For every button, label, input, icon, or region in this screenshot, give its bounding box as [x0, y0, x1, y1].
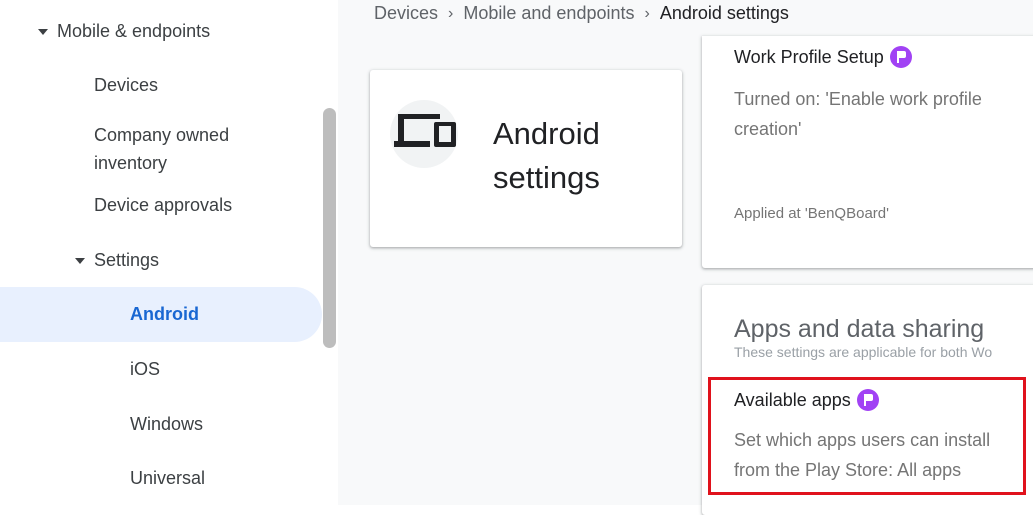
work-profile-setting-card[interactable]: Work Profile Setup Turned on: 'Enable wo…	[702, 36, 1033, 268]
section-heading: Apps and data sharing	[734, 315, 985, 343]
sidebar-item-label: Windows	[130, 414, 204, 434]
sidebar-scrollbar[interactable]	[323, 108, 336, 348]
sidebar-item-device-approvals[interactable]: Device approvals	[94, 195, 232, 216]
sidebar-item-label: Device approvals	[94, 195, 233, 215]
caret-down-icon	[75, 257, 85, 264]
section-subheading: These settings are applicable for both W…	[734, 344, 993, 360]
sidebar-item-universal[interactable]: Universal	[130, 468, 205, 489]
sidebar-item-settings[interactable]: Settings	[75, 250, 159, 271]
sidebar-item-android[interactable]: Android	[130, 304, 199, 325]
sidebar: Mobile & endpoints Devices Company owned…	[0, 0, 338, 505]
setting-description: Turned on: 'Enable work profile creation…	[734, 89, 982, 139]
page-title: Android settings	[493, 112, 673, 200]
sidebar-item-devices[interactable]: Devices	[94, 75, 158, 96]
breadcrumb-mobile-endpoints[interactable]: Mobile and endpoints	[463, 3, 634, 24]
setting-title-text: Work Profile Setup	[734, 46, 884, 67]
chevron-right-icon: ›	[448, 4, 454, 22]
sidebar-item-mobile-endpoints[interactable]: Mobile & endpoints	[38, 21, 210, 42]
highlight-box	[708, 377, 1026, 495]
sidebar-item-label: Company owned	[94, 125, 230, 145]
title-card: Android settings	[370, 70, 682, 247]
sidebar-item-label: iOS	[130, 359, 161, 379]
chevron-right-icon: ›	[644, 4, 650, 22]
sidebar-item-label: Settings	[94, 250, 160, 270]
sidebar-item-label: Mobile & endpoints	[57, 21, 211, 41]
sidebar-item-label: Universal	[130, 468, 206, 488]
page-title-line: Android	[493, 116, 600, 151]
sidebar-item-label: Android	[130, 304, 199, 324]
sidebar-item-label: Devices	[94, 75, 159, 95]
devices-icon	[394, 114, 456, 147]
setting-title: Work Profile Setup	[734, 46, 912, 68]
breadcrumb-current: Android settings	[659, 3, 789, 23]
breadcrumb-devices[interactable]: Devices	[374, 3, 438, 24]
sidebar-item-ios[interactable]: iOS	[130, 359, 160, 380]
page-title-line: settings	[493, 160, 600, 195]
flag-badge-icon	[889, 46, 912, 68]
sidebar-item-label: inventory	[94, 153, 168, 173]
caret-down-icon	[38, 28, 48, 35]
setting-applied-at: Applied at 'BenQBoard'	[734, 205, 889, 222]
sidebar-item-windows[interactable]: Windows	[130, 414, 203, 435]
sidebar-item-company-owned-inventory[interactable]: Company owned inventory	[94, 121, 229, 177]
breadcrumb: Devices › Mobile and endpoints › Android…	[374, 3, 789, 24]
